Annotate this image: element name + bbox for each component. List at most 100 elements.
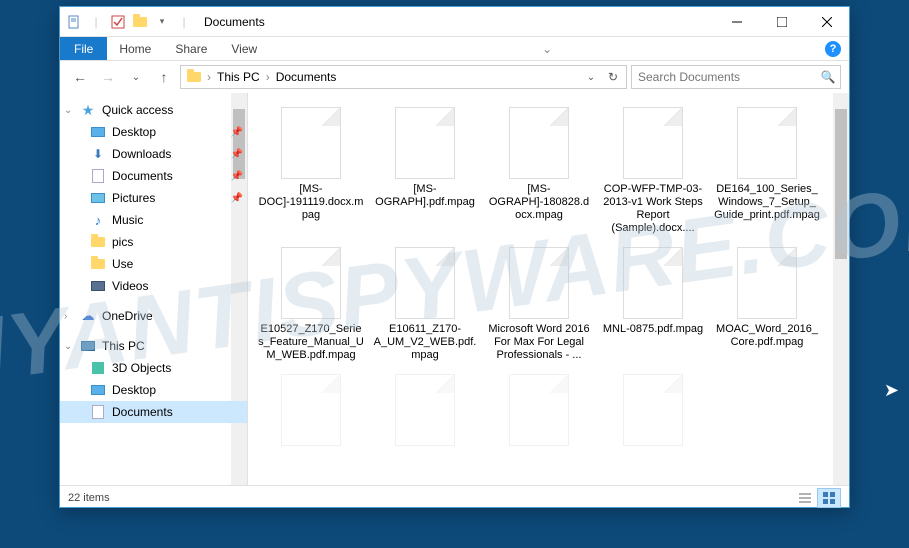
- file-item[interactable]: [484, 370, 594, 454]
- sidebar-quick-access[interactable]: ⌄ ★ Quick access: [60, 99, 247, 121]
- blank-file-icon: [281, 247, 341, 319]
- qat-dropdown-icon[interactable]: ▾: [152, 12, 172, 32]
- chevron-right-icon[interactable]: ›: [264, 70, 272, 84]
- breadcrumb-root[interactable]: This PC: [213, 70, 264, 84]
- file-item[interactable]: [256, 370, 366, 454]
- sidebar-item-label: OneDrive: [102, 309, 153, 323]
- folder-icon: [185, 68, 203, 86]
- chevron-right-icon[interactable]: ›: [205, 70, 213, 84]
- video-icon: [90, 278, 106, 294]
- search-icon[interactable]: 🔍: [816, 70, 840, 84]
- blank-file-icon: [509, 107, 569, 179]
- address-bar[interactable]: › This PC › Documents ⌄ ↻: [180, 65, 627, 89]
- pin-icon: 📌: [231, 149, 243, 160]
- file-name: DE164_100_Series_Windows_7_Setup_Guide_p…: [714, 183, 820, 222]
- file-name: [MS-DOC]-191119.docx.mpag: [258, 183, 364, 222]
- file-name: [MS-OGRAPH].pdf.mpag: [372, 183, 478, 209]
- navigation-pane[interactable]: ⌄ ★ Quick access Desktop 📌 ⬇ Downloads 📌…: [60, 93, 248, 485]
- checkbox-icon[interactable]: [108, 12, 128, 32]
- file-name: E10611_Z170-A_UM_V2_WEB.pdf.mpag: [372, 323, 478, 362]
- file-item[interactable]: E10611_Z170-A_UM_V2_WEB.pdf.mpag: [370, 243, 480, 366]
- file-name: COP-WFP-TMP-03-2013-v1 Work Steps Report…: [600, 183, 706, 235]
- pin-icon: 📌: [231, 193, 243, 204]
- address-dropdown-icon[interactable]: ⌄: [580, 66, 602, 88]
- sidebar-item-music[interactable]: ♪ Music: [60, 209, 247, 231]
- recent-dropdown-icon[interactable]: ⌄: [124, 65, 148, 89]
- file-name: MOAC_Word_2016_Core.pdf.mpag: [714, 323, 820, 349]
- search-input[interactable]: [632, 70, 816, 84]
- blank-file-icon: [509, 374, 569, 446]
- window-controls: [714, 7, 849, 36]
- titlebar: | ▾ | Documents: [60, 7, 849, 37]
- chevron-down-icon[interactable]: ⌄: [64, 105, 72, 116]
- sidebar-onedrive[interactable]: › ☁ OneDrive: [60, 305, 247, 327]
- pictures-icon: [90, 190, 106, 206]
- view-tab[interactable]: View: [219, 37, 269, 60]
- chevron-right-icon[interactable]: ›: [64, 311, 67, 322]
- file-item[interactable]: [MS-OGRAPH]-180828.docx.mpag: [484, 103, 594, 239]
- file-item[interactable]: E10527_Z170_Series_Feature_Manual_UM_WEB…: [256, 243, 366, 366]
- document-icon: [90, 404, 106, 420]
- file-pane[interactable]: [MS-DOC]-191119.docx.mpag [MS-OGRAPH].pd…: [248, 93, 849, 485]
- maximize-button[interactable]: [759, 7, 804, 36]
- 3d-icon: [90, 360, 106, 376]
- sidebar-item-pc-documents[interactable]: Documents: [60, 401, 247, 423]
- file-item[interactable]: COP-WFP-TMP-03-2013-v1 Work Steps Report…: [598, 103, 708, 239]
- sidebar-item-documents[interactable]: Documents 📌: [60, 165, 247, 187]
- refresh-icon[interactable]: ↻: [602, 66, 624, 88]
- sidebar-item-use[interactable]: Use: [60, 253, 247, 275]
- file-item[interactable]: MOAC_Word_2016_Core.pdf.mpag: [712, 243, 822, 366]
- sidebar-item-videos[interactable]: Videos: [60, 275, 247, 297]
- file-item[interactable]: [MS-DOC]-191119.docx.mpag: [256, 103, 366, 239]
- file-item[interactable]: [370, 370, 480, 454]
- minimize-button[interactable]: [714, 7, 759, 36]
- help-icon[interactable]: ?: [825, 41, 841, 57]
- download-icon: ⬇: [90, 146, 106, 162]
- ribbon-expand-icon[interactable]: ⌄: [530, 37, 564, 60]
- properties-icon[interactable]: [64, 12, 84, 32]
- sidebar-item-pics[interactable]: pics: [60, 231, 247, 253]
- up-button[interactable]: ↑: [152, 65, 176, 89]
- sidebar-this-pc[interactable]: ⌄ This PC: [60, 335, 247, 357]
- sidebar-item-label: Pictures: [112, 191, 155, 205]
- share-tab[interactable]: Share: [163, 37, 219, 60]
- sidebar-item-label: Desktop: [112, 125, 156, 139]
- details-view-button[interactable]: [793, 488, 817, 508]
- sidebar-item-label: Desktop: [112, 383, 156, 397]
- forward-button[interactable]: →: [96, 65, 120, 89]
- blank-file-icon: [623, 374, 683, 446]
- file-item[interactable]: DE164_100_Series_Windows_7_Setup_Guide_p…: [712, 103, 822, 239]
- content-scrollbar[interactable]: [833, 93, 849, 485]
- sidebar-item-label: Quick access: [102, 103, 173, 117]
- folder-qat-icon[interactable]: [130, 12, 150, 32]
- file-item[interactable]: Microsoft Word 2016 For Max For Legal Pr…: [484, 243, 594, 366]
- sidebar-item-3dobjects[interactable]: 3D Objects: [60, 357, 247, 379]
- sidebar-item-pc-desktop[interactable]: Desktop: [60, 379, 247, 401]
- file-item[interactable]: [598, 370, 708, 454]
- qat-divider2: |: [174, 12, 194, 32]
- sidebar-item-label: Documents: [112, 405, 173, 419]
- file-item[interactable]: MNL-0875.pdf.mpag: [598, 243, 708, 366]
- folder-icon: [90, 256, 106, 272]
- document-icon: [90, 168, 106, 184]
- explorer-window: | ▾ | Documents File Home Share View ⌄: [59, 6, 850, 508]
- sidebar-item-desktop[interactable]: Desktop 📌: [60, 121, 247, 143]
- sidebar-item-label: pics: [112, 235, 133, 249]
- pin-icon: 📌: [231, 127, 243, 138]
- breadcrumb-current[interactable]: Documents: [272, 70, 341, 84]
- navigation-bar: ← → ⌄ ↑ › This PC › Documents ⌄ ↻ 🔍: [60, 61, 849, 93]
- file-tab[interactable]: File: [60, 37, 107, 60]
- quick-access-toolbar: | ▾ |: [60, 12, 198, 32]
- file-item[interactable]: [MS-OGRAPH].pdf.mpag: [370, 103, 480, 239]
- chevron-down-icon[interactable]: ⌄: [64, 341, 72, 352]
- close-button[interactable]: [804, 7, 849, 36]
- search-box[interactable]: 🔍: [631, 65, 841, 89]
- file-name: [MS-OGRAPH]-180828.docx.mpag: [486, 183, 592, 222]
- pin-icon: 📌: [231, 171, 243, 182]
- status-bar: 22 items: [60, 485, 849, 509]
- sidebar-item-pictures[interactable]: Pictures 📌: [60, 187, 247, 209]
- sidebar-item-downloads[interactable]: ⬇ Downloads 📌: [60, 143, 247, 165]
- home-tab[interactable]: Home: [107, 37, 163, 60]
- back-button[interactable]: ←: [68, 65, 92, 89]
- icons-view-button[interactable]: [817, 488, 841, 508]
